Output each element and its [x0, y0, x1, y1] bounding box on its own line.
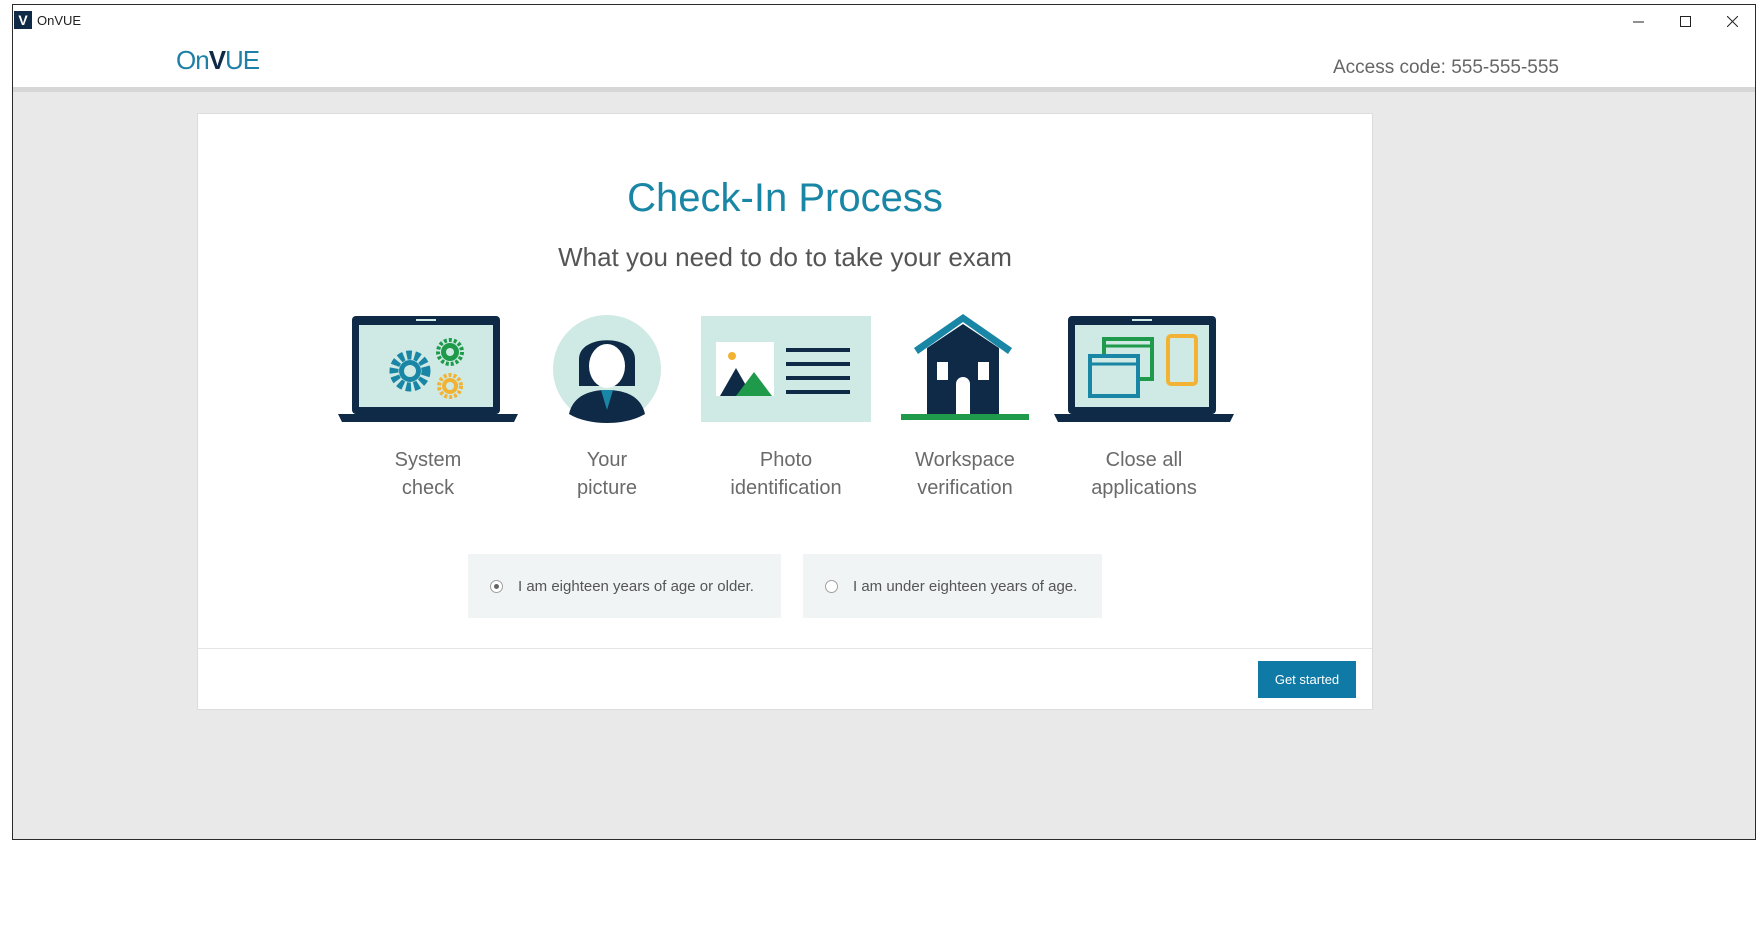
check-in-card: Check-In Process What you need to do to … — [197, 113, 1373, 710]
close-icon — [1726, 15, 1738, 27]
minimize-icon — [1632, 21, 1644, 22]
step-label: System check — [394, 449, 462, 499]
minimize-button[interactable] — [1615, 5, 1661, 37]
step-photo-identification: Photo identification — [696, 314, 876, 502]
logo-on: On — [176, 45, 210, 75]
step-workspace-verification: Workspace verification — [875, 314, 1055, 502]
laptop-gears-icon — [338, 316, 518, 422]
app-window: V OnVUE OnVUE Access code: 555-555-555 C… — [12, 4, 1756, 840]
radio-checked-icon[interactable] — [490, 579, 503, 593]
step-your-picture: Your picture — [517, 314, 697, 502]
age-option-label: I am eighteen years of age or older. — [518, 577, 754, 595]
title-bar: V OnVUE — [13, 5, 1755, 37]
radio-unchecked-icon[interactable] — [825, 579, 838, 593]
onvue-logo: OnVUE — [176, 45, 260, 76]
logo-ue: UE — [225, 45, 260, 75]
maximize-icon — [1679, 15, 1691, 27]
laptop-windows-icon — [1054, 316, 1234, 422]
step-label: Your picture — [576, 449, 638, 499]
page-subtitle: What you need to do to take your exam — [558, 242, 1012, 272]
step-close-applications: Close all applications — [1054, 314, 1234, 502]
maximize-button[interactable] — [1662, 5, 1708, 37]
age-option-minor[interactable]: I am under eighteen years of age. — [803, 554, 1102, 618]
footer-divider — [198, 648, 1372, 649]
age-option-label: I am under eighteen years of age. — [853, 577, 1078, 595]
step-label: Close all applications — [1091, 449, 1197, 499]
step-label: Workspace verification — [915, 449, 1015, 499]
id-card-icon — [701, 316, 871, 422]
house-icon — [901, 314, 1029, 420]
age-option-adult[interactable]: I am eighteen years of age or older. — [468, 554, 781, 618]
access-code: Access code: 555-555-555 — [1332, 57, 1559, 78]
close-button[interactable] — [1709, 5, 1755, 37]
person-icon — [553, 315, 661, 423]
app-icon: V — [14, 11, 32, 29]
get-started-button[interactable]: Get started — [1258, 661, 1356, 698]
window-title: OnVUE — [37, 13, 82, 28]
logo-v: V — [208, 45, 226, 75]
step-system-check: System check — [338, 314, 518, 502]
app-header: OnVUE Access code: 555-555-555 — [13, 37, 1755, 92]
page-title: Check-In Process — [627, 176, 943, 220]
step-label: Photo identification — [730, 449, 842, 499]
